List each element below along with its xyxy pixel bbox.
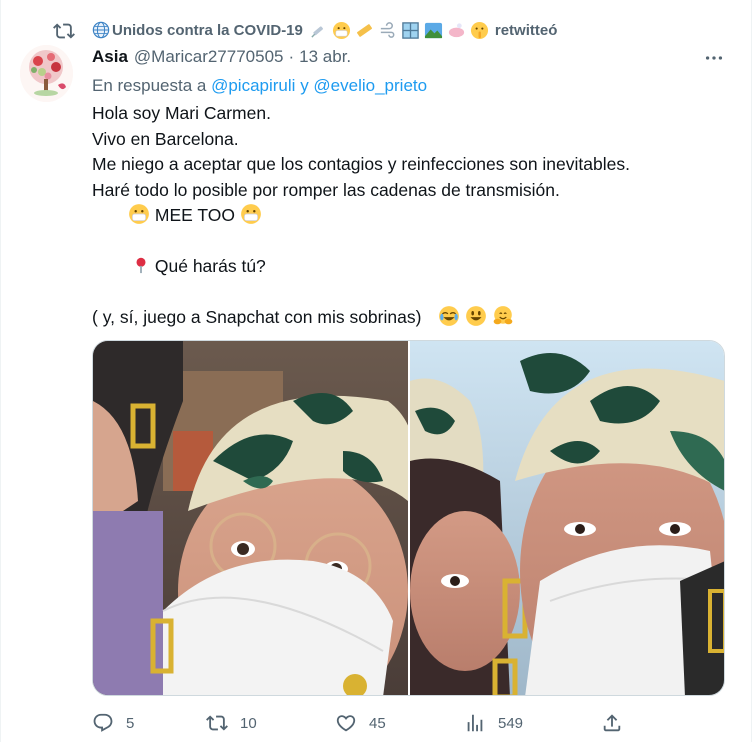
social-context[interactable]: Unidos contra la COVID-19 retwitteó <box>92 18 557 42</box>
shushing-face-icon <box>470 21 489 40</box>
photo-1-image <box>93 341 408 695</box>
mask-face-icon <box>129 204 149 224</box>
reply-icon <box>93 713 113 732</box>
photo-1[interactable] <box>93 341 408 695</box>
reply-join: y <box>300 76 309 95</box>
mention-picapiruli[interactable]: @picapiruli <box>211 76 295 95</box>
text-line-mee-too: MEE TOO <box>92 203 630 229</box>
window-icon <box>401 21 420 40</box>
ruler-icon <box>355 21 374 40</box>
separator-dot: · <box>288 47 295 66</box>
globe-icon <box>92 21 110 39</box>
tweet-card[interactable]: Unidos contra la COVID-19 retwitteó Asia… <box>0 0 752 742</box>
user-handle[interactable]: @Maricar27770505 <box>134 47 284 67</box>
smiley-face-icon <box>466 306 487 326</box>
hugging-face-icon <box>493 306 513 325</box>
round-pushpin-icon <box>136 257 146 274</box>
like-count: 45 <box>369 714 386 732</box>
avatar-image <box>20 45 73 102</box>
reply-context: En respuesta a @picapiruli y @evelio_pri… <box>92 76 427 96</box>
avatar[interactable] <box>20 45 73 102</box>
mee-too-text: MEE TOO <box>154 205 235 225</box>
question-text: Qué harás tú? <box>154 256 266 276</box>
mask-face-icon <box>240 204 261 224</box>
like-button[interactable]: 45 <box>335 712 386 734</box>
landscape-icon <box>424 21 443 40</box>
share-button[interactable] <box>601 712 635 734</box>
text-line: Me niego a aceptar que los contagios y r… <box>92 154 630 174</box>
retweeted-label: retwitteó <box>494 21 558 39</box>
mask-face-icon <box>332 21 351 40</box>
retweet-count: 10 <box>240 714 257 732</box>
reply-prefix: En respuesta a <box>92 76 207 95</box>
mention-evelio-prieto[interactable]: @evelio_prieto <box>313 76 427 95</box>
views-icon <box>467 714 483 732</box>
photo-2-image <box>409 341 724 695</box>
soap-icon <box>447 21 466 40</box>
snapchat-text: ( y, sí, juego a Snapchat con mis sobrin… <box>92 307 422 327</box>
tweet-date[interactable]: 13 abr. <box>299 47 351 67</box>
wind-icon <box>378 21 397 40</box>
retweet-icon <box>53 23 75 39</box>
action-bar: 5 10 45 549 <box>92 712 732 738</box>
syringe-icon <box>309 21 328 40</box>
reply-button[interactable]: 5 <box>92 712 134 734</box>
more-button[interactable] <box>701 48 727 68</box>
text-line: Vivo en Barcelona. <box>92 128 239 149</box>
share-icon <box>603 714 621 732</box>
text-line: Hola soy Mari Carmen. <box>92 103 271 123</box>
text-line: Haré todo lo posible por romper las cade… <box>92 179 560 200</box>
views-button[interactable]: 549 <box>464 712 523 734</box>
community-name: Unidos contra la COVID-19 <box>112 21 303 39</box>
display-name[interactable]: Asia <box>92 47 128 67</box>
text-line-snapchat: ( y, sí, juego a Snapchat con mis sobrin… <box>92 305 630 331</box>
tweet-header: Asia @Maricar27770505 · 13 abr. <box>92 47 351 67</box>
retweet-button[interactable]: 10 <box>206 712 257 734</box>
media-grid <box>92 340 725 696</box>
like-icon <box>336 715 356 732</box>
retweet-icon <box>206 715 228 731</box>
view-count: 549 <box>498 714 524 732</box>
more-icon <box>705 56 723 60</box>
reply-count: 5 <box>126 714 135 732</box>
text-line-question: Qué harás tú? <box>92 254 630 280</box>
tweet-text: Hola soy Mari Carmen. Vivo en Barcelona.… <box>92 101 630 331</box>
joy-face-icon <box>439 306 460 326</box>
photo-2[interactable] <box>409 341 724 695</box>
